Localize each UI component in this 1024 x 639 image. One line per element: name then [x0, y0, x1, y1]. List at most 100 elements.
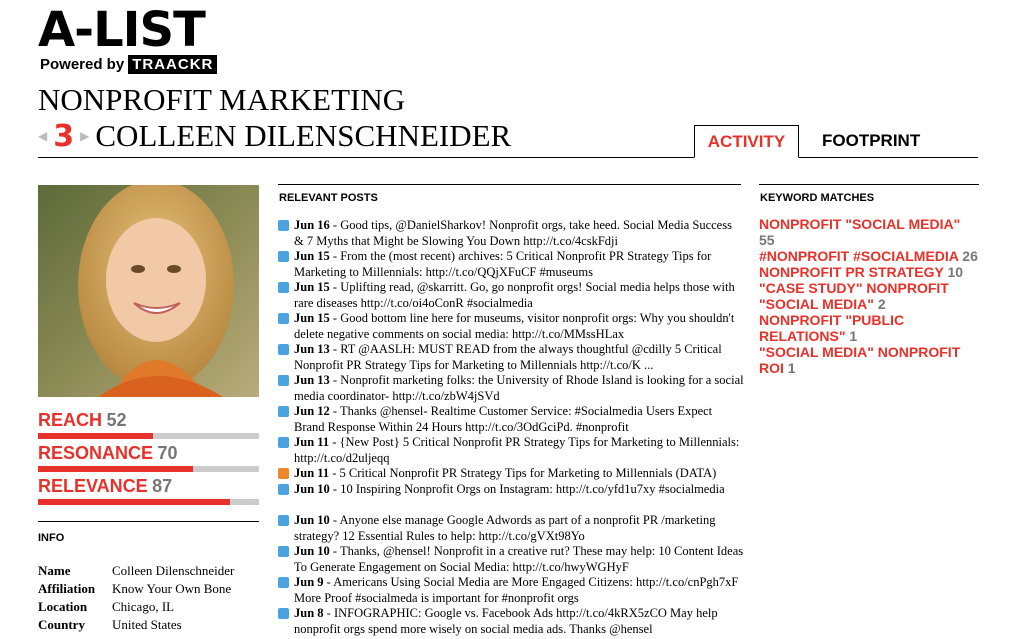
- post-item[interactable]: Jun 9 - Americans Using Social Media are…: [278, 575, 744, 606]
- post-body[interactable]: - RT @AASLH: MUST READ from the always t…: [294, 342, 722, 372]
- prev-arrow-icon[interactable]: ◀: [38, 129, 47, 143]
- post-item[interactable]: Jun 10 - 10 Inspiring Nonprofit Orgs on …: [278, 482, 744, 513]
- post-text[interactable]: Jun 12 - Thanks @hensel- Realtime Custom…: [294, 404, 744, 435]
- twitter-icon: [278, 577, 289, 588]
- keyword-term[interactable]: NONPROFIT "PUBLIC RELATIONS": [759, 312, 904, 344]
- metric-value: 70: [157, 443, 178, 463]
- post-item[interactable]: Jun 10 - Thanks, @hensel! Nonprofit in a…: [278, 544, 744, 575]
- rank-number: 3: [53, 118, 75, 154]
- post-date: Jun 15: [294, 280, 330, 294]
- post-body[interactable]: - From the (most recent) archives: 5 Cri…: [294, 249, 711, 279]
- keyword-count: 1: [849, 328, 858, 344]
- info-value: Chicago, IL: [112, 599, 175, 614]
- keyword-match[interactable]: "CASE STUDY" NONPROFIT "SOCIAL MEDIA" 2: [759, 280, 979, 312]
- post-body[interactable]: - Thanks, @hensel! Nonprofit in a creati…: [294, 544, 743, 574]
- powered-by-label: Powered by: [40, 56, 125, 73]
- keyword-count: 26: [962, 248, 978, 264]
- keywords-list: NONPROFIT "SOCIAL MEDIA" 55 #NONPROFIT #S…: [759, 216, 979, 376]
- twitter-icon: [278, 344, 289, 355]
- info-key: Name: [38, 563, 71, 578]
- post-date: Jun 12: [294, 404, 330, 418]
- post-item[interactable]: Jun 13 - RT @AASLH: MUST READ from the a…: [278, 342, 744, 373]
- post-text[interactable]: Jun 15 - From the (most recent) archives…: [294, 249, 744, 280]
- keyword-match[interactable]: "SOCIAL MEDIA" NONPROFIT ROI 1: [759, 344, 979, 376]
- post-text[interactable]: Jun 9 - Americans Using Social Media are…: [294, 575, 744, 606]
- profile-photo-image: [38, 185, 259, 397]
- post-body[interactable]: - INFOGRAPHIC: Google vs. Facebook Ads h…: [294, 606, 718, 636]
- post-text[interactable]: Jun 16 - Good tips, @DanielSharkov! Nonp…: [294, 218, 744, 249]
- metric-bar-fill: [38, 466, 193, 472]
- twitter-icon: [278, 406, 289, 417]
- keyword-count: 10: [947, 264, 964, 280]
- post-date: Jun 8: [294, 606, 324, 620]
- alist-logo: A-LIST: [38, 2, 206, 58]
- keyword-match[interactable]: NONPROFIT PR STRATEGY 10: [759, 264, 979, 280]
- metric-resonance: RESONANCE 70: [38, 443, 259, 472]
- post-text[interactable]: Jun 15 - Good bottom line here for museu…: [294, 311, 744, 342]
- post-item[interactable]: Jun 15 - Good bottom line here for museu…: [278, 311, 744, 342]
- keyword-match[interactable]: NONPROFIT "SOCIAL MEDIA" 55: [759, 216, 979, 248]
- post-body[interactable]: - Good tips, @DanielSharkov! Nonprofit o…: [294, 218, 732, 248]
- keyword-term[interactable]: NONPROFIT "SOCIAL MEDIA": [759, 216, 960, 232]
- post-item[interactable]: Jun 15 - From the (most recent) archives…: [278, 249, 744, 280]
- metric-value: 87: [152, 476, 173, 496]
- info-key: Country: [38, 617, 85, 632]
- post-item[interactable]: Jun 12 - Thanks @hensel- Realtime Custom…: [278, 404, 744, 435]
- twitter-icon: [278, 484, 289, 495]
- post-text[interactable]: Jun 10 - 10 Inspiring Nonprofit Orgs on …: [294, 482, 725, 513]
- twitter-icon: [278, 515, 289, 526]
- post-text[interactable]: Jun 13 - Nonprofit marketing folks: the …: [294, 373, 744, 404]
- post-body[interactable]: - Thanks @hensel- Realtime Customer Serv…: [294, 404, 712, 434]
- post-item[interactable]: Jun 11 - 5 Critical Nonprofit PR Strateg…: [278, 466, 744, 482]
- keyword-term[interactable]: NONPROFIT PR STRATEGY: [759, 264, 944, 280]
- post-body[interactable]: - {New Post} 5 Critical Nonprofit PR Str…: [294, 435, 739, 465]
- post-body[interactable]: - 10 Inspiring Nonprofit Orgs on Instagr…: [333, 482, 725, 496]
- post-text[interactable]: Jun 11 - {New Post} 5 Critical Nonprofit…: [294, 435, 744, 466]
- keyword-term[interactable]: #NONPROFIT #SOCIALMEDIA: [759, 248, 958, 264]
- post-date: Jun 11: [294, 466, 330, 480]
- post-text[interactable]: Jun 10 - Thanks, @hensel! Nonprofit in a…: [294, 544, 744, 575]
- post-text[interactable]: Jun 10 - Anyone else manage Google Adwor…: [294, 513, 744, 544]
- post-date: Jun 10: [294, 544, 330, 558]
- post-item[interactable]: Jun 11 - {New Post} 5 Critical Nonprofit…: [278, 435, 744, 466]
- metric-label: RELEVANCE: [38, 476, 148, 496]
- post-body[interactable]: - Uplifting read, @skarritt. Go, go nonp…: [294, 280, 735, 310]
- keyword-match[interactable]: #NONPROFIT #SOCIALMEDIA 26: [759, 248, 979, 264]
- posts-divider: [278, 184, 741, 185]
- metric-reach: REACH 52: [38, 410, 259, 439]
- post-date: Jun 15: [294, 249, 330, 263]
- info-divider: [38, 521, 259, 522]
- post-body[interactable]: - 5 Critical Nonprofit PR Strategy Tips …: [332, 466, 716, 480]
- info-key: Location: [38, 599, 88, 614]
- post-text[interactable]: Jun 11 - 5 Critical Nonprofit PR Strateg…: [294, 466, 716, 482]
- powered-by: Powered by TRAACKR: [40, 55, 218, 74]
- post-item[interactable]: Jun 10 - Anyone else manage Google Adwor…: [278, 513, 744, 544]
- post-body[interactable]: - Nonprofit marketing folks: the Univers…: [294, 373, 744, 403]
- metric-bar-fill: [38, 433, 153, 439]
- rank-row: ◀ 3 ▶ COLLEEN DILENSCHNEIDER: [38, 118, 511, 154]
- traackr-logo[interactable]: TRAACKR: [128, 55, 218, 74]
- info-row: Name Colleen Dilenschneider: [38, 562, 234, 580]
- post-item[interactable]: Jun 16 - Good tips, @DanielSharkov! Nonp…: [278, 218, 744, 249]
- post-text[interactable]: Jun 8 - INFOGRAPHIC: Google vs. Facebook…: [294, 606, 744, 637]
- post-date: Jun 10: [294, 482, 330, 496]
- post-item[interactable]: Jun 15 - Uplifting read, @skarritt. Go, …: [278, 280, 744, 311]
- keyword-match[interactable]: NONPROFIT "PUBLIC RELATIONS" 1: [759, 312, 979, 344]
- tab-footprint[interactable]: FOOTPRINT: [808, 126, 934, 156]
- post-item[interactable]: Jun 13 - Nonprofit marketing folks: the …: [278, 373, 744, 404]
- tab-activity[interactable]: ACTIVITY: [694, 125, 799, 158]
- next-arrow-icon[interactable]: ▶: [80, 129, 89, 143]
- person-name: COLLEEN DILENSCHNEIDER: [95, 118, 512, 153]
- post-body[interactable]: - Anyone else manage Google Adwords as p…: [294, 513, 715, 543]
- keyword-term[interactable]: "CASE STUDY" NONPROFIT "SOCIAL MEDIA": [759, 280, 949, 312]
- metric-label: REACH: [38, 410, 103, 430]
- info-row: Location Chicago, IL: [38, 598, 234, 616]
- post-text[interactable]: Jun 13 - RT @AASLH: MUST READ from the a…: [294, 342, 744, 373]
- info-table: Name Colleen Dilenschneider Affiliation Kn…: [38, 562, 234, 634]
- post-body[interactable]: - Americans Using Social Media are More …: [294, 575, 738, 605]
- post-body[interactable]: - Good bottom line here for museums, vis…: [294, 311, 734, 341]
- post-text[interactable]: Jun 15 - Uplifting read, @skarritt. Go, …: [294, 280, 744, 311]
- post-item[interactable]: Jun 8 - INFOGRAPHIC: Google vs. Facebook…: [278, 606, 744, 637]
- list-title: NONPROFIT MARKETING: [38, 82, 406, 117]
- rss-icon: [278, 468, 289, 479]
